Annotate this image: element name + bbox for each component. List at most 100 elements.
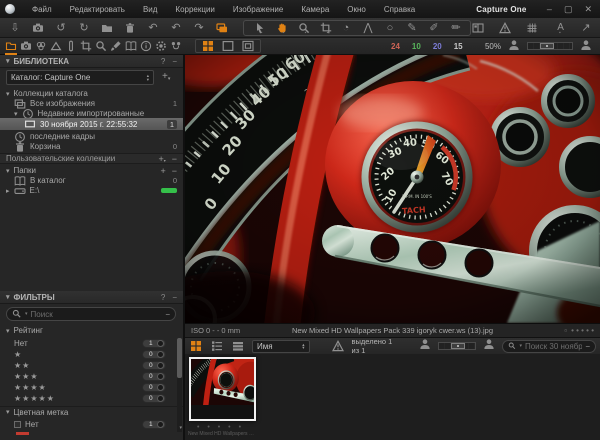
minimize-button[interactable]: – (547, 4, 552, 15)
add-folder-button[interactable]: + (160, 166, 165, 176)
tree-item-trash[interactable]: Корзина 0 (0, 141, 183, 152)
filter-scrollbar-thumb[interactable] (177, 338, 182, 378)
grid-view-icon[interactable] (201, 38, 215, 54)
filter-count-toggle[interactable]: 0 (142, 361, 166, 370)
add-catalog-button[interactable]: +▾ (162, 71, 170, 82)
filters-panel-header[interactable]: ▾ ФИЛЬТРЫ ? − (0, 291, 183, 304)
collapse-icon[interactable]: − (172, 293, 177, 302)
rotate-ccw-icon[interactable]: ↺ (54, 20, 68, 36)
chevron-down-icon[interactable]: ▾ (6, 408, 10, 416)
thumbnail-slider-handle[interactable] (451, 343, 465, 349)
capture-camera-icon[interactable] (31, 20, 45, 36)
menu-image[interactable]: Изображение (224, 5, 292, 14)
import-icon[interactable]: ⇩ (8, 20, 22, 36)
annotations-icon[interactable]: A▪ (552, 20, 566, 36)
collapse-icon[interactable]: − (172, 57, 177, 66)
tab-lens[interactable] (64, 38, 78, 54)
filter-count-toggle[interactable]: 1 (142, 420, 166, 429)
browse-stack-icon[interactable] (215, 20, 229, 36)
tab-info[interactable] (139, 38, 153, 54)
browser-search-box[interactable]: ▾ − (502, 340, 596, 353)
filter-row-rating-3[interactable]: ★★★ 0 (0, 371, 172, 382)
catalog-selector[interactable]: Каталог: Capture One ▴▾ (6, 70, 154, 85)
delete-icon[interactable] (123, 20, 137, 36)
sort-warning-icon[interactable] (331, 338, 345, 354)
tree-group-user-collections[interactable]: Пользовательские коллекции +▾ − (0, 153, 183, 164)
rating-filter-header[interactable]: ▾ Рейтинг (0, 325, 183, 336)
maximize-button[interactable]: ▢ (564, 4, 573, 15)
folder-icon[interactable] (100, 20, 114, 36)
filter-search-input[interactable] (31, 310, 163, 319)
redo-icon[interactable]: ↷ (192, 20, 206, 36)
grid-overlay-icon[interactable] (525, 20, 539, 36)
close-button[interactable]: ✕ (584, 4, 592, 15)
spot-removal-icon[interactable]: ○ (383, 20, 397, 36)
chevron-down-icon[interactable]: ▾ (6, 327, 10, 335)
crop-tool-icon[interactable]: ▪ (317, 20, 331, 36)
menu-edit[interactable]: Редактировать (61, 5, 134, 14)
filter-row-rating-none[interactable]: Нет 1 (0, 338, 172, 349)
tab-output[interactable] (169, 38, 183, 54)
image-viewer[interactable]: 0 10 20 30 40 50 60 205 10 20 30 40 50 6… (185, 55, 600, 323)
tab-settings[interactable] (154, 38, 168, 54)
color-filter-header[interactable]: ▾ Цветная метка (0, 406, 183, 417)
rotate-cw-icon[interactable]: ↻ (77, 20, 91, 36)
remove-folder-button[interactable]: − (172, 166, 177, 176)
tab-capture[interactable] (19, 38, 33, 54)
exposure-warning-icon[interactable] (498, 20, 512, 36)
menu-camera[interactable]: Камера (292, 5, 338, 14)
erase-mask-icon[interactable]: ✐ (427, 20, 441, 36)
collapse-chevron-icon[interactable]: ▾ (6, 57, 10, 65)
rating-dots[interactable]: • • • • • (571, 326, 594, 335)
menu-adjustments[interactable]: Коррекции (166, 5, 223, 14)
tab-adjustments-brush[interactable] (109, 38, 123, 54)
search-options-chevron-icon[interactable]: ▾ (519, 343, 522, 349)
add-collection-button[interactable]: +▾ (158, 154, 165, 164)
single-view-icon[interactable] (221, 38, 235, 54)
help-icon[interactable]: ? (161, 57, 165, 66)
filter-row-rating-1[interactable]: ★ 0 (0, 349, 172, 360)
rotate-dial-icon[interactable]: ◔ (339, 20, 353, 36)
filter-search-box[interactable]: ▾ − (6, 307, 176, 321)
clear-search-icon[interactable]: − (165, 310, 170, 319)
menu-view[interactable]: Вид (134, 5, 166, 14)
filter-count-toggle[interactable]: 0 (142, 350, 166, 359)
browser-list-view-icon[interactable] (210, 338, 224, 354)
undo-icon[interactable]: ↶ (169, 20, 183, 36)
filter-count-toggle[interactable]: 0 (142, 383, 166, 392)
straighten-icon[interactable]: ⋀ (361, 20, 375, 36)
filter-row-rating-4[interactable]: ★★★★ 0 (0, 382, 172, 393)
filter-row-color-none[interactable]: Нет 1 (0, 419, 172, 430)
export-arrow-icon[interactable]: ↗ (579, 20, 593, 36)
scroll-down-arrow-icon[interactable]: ▾ (179, 425, 182, 431)
filter-count-toggle[interactable]: 1 (142, 339, 166, 348)
filter-count-toggle[interactable]: 0 (142, 372, 166, 381)
chevron-down-icon[interactable]: ▾ (6, 90, 10, 98)
menu-help[interactable]: Справка (375, 5, 424, 14)
loupe-tool-icon[interactable]: ▪ (295, 20, 309, 36)
filter-row-rating-2[interactable]: ★★ 0 (0, 360, 172, 371)
zoom-slider-handle[interactable] (540, 43, 554, 49)
help-icon[interactable]: ? (161, 293, 165, 302)
select-cursor-icon[interactable]: ▪ (251, 20, 265, 36)
thumbnail-rating-dots[interactable]: • • • • • (197, 424, 244, 431)
remove-collection-button[interactable]: − (172, 154, 177, 164)
tab-color[interactable] (34, 38, 48, 54)
browser-search-input[interactable] (525, 342, 582, 351)
thumbnail-browser[interactable]: • • • • • New Mixed HD Wallpapers Pack 3… (185, 354, 600, 440)
browser-grid-view-icon[interactable] (189, 338, 203, 354)
zoom-slider[interactable] (527, 42, 573, 50)
collapse-chevron-icon[interactable]: ▾ (6, 293, 10, 301)
draw-mask-icon[interactable]: ✎ (405, 20, 419, 36)
filter-row-rating-5[interactable]: ★★★★★ 0 (0, 393, 172, 404)
tree-item-import-session[interactable]: 30 ноября 2015 г. 22:55:32 1 (0, 118, 183, 130)
library-panel-header[interactable]: ▾ БИБЛИОТЕКА ? − (0, 55, 183, 68)
browser-film-view-icon[interactable] (231, 338, 245, 354)
chevron-right-icon[interactable]: ▸ (6, 187, 10, 195)
tab-library[interactable] (4, 38, 18, 54)
tree-item-drive-e[interactable]: ▸ E:\ (0, 185, 183, 196)
menu-window[interactable]: Окно (338, 5, 375, 14)
menu-file[interactable]: Файл (23, 5, 61, 14)
proof-view-icon[interactable] (241, 38, 255, 54)
tab-exposure[interactable] (49, 38, 63, 54)
